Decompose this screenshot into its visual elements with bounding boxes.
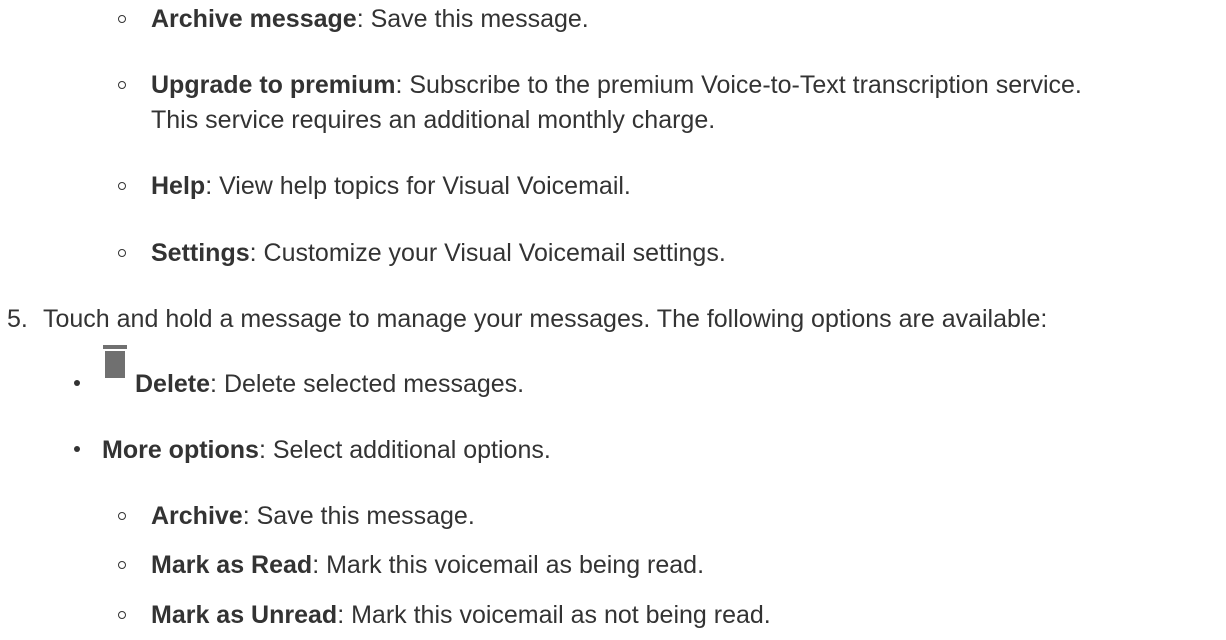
circle-bullet (118, 182, 126, 190)
disc-bullet (74, 446, 80, 452)
list-item-help: Help: View help topics for Visual Voicem… (151, 172, 631, 200)
trash-icon (103, 345, 127, 378)
step-5-number: 5. (7, 305, 28, 333)
circle-bullet (118, 81, 126, 89)
list-item-archive-message: Archive message: Save this message. (151, 5, 589, 33)
circle-bullet (118, 561, 126, 569)
circle-bullet (118, 249, 126, 257)
option-delete: Delete: Delete selected messages. (135, 370, 525, 398)
circle-bullet (118, 512, 126, 520)
list-item-mark-as-read: Mark as Read: Mark this voicemail as bei… (151, 551, 705, 579)
list-item-settings: Settings: Customize your Visual Voicemai… (151, 239, 726, 267)
circle-bullet (118, 611, 126, 619)
step-5-text: Touch and hold a message to manage your … (43, 305, 1048, 333)
disc-bullet (74, 380, 80, 386)
list-item-upgrade-continuation: This service requires an additional mont… (151, 106, 716, 134)
circle-bullet (118, 15, 126, 23)
option-more-options: More options: Select additional options. (102, 436, 551, 464)
list-item-mark-as-unread: Mark as Unread: Mark this voicemail as n… (151, 601, 771, 629)
list-item-archive: Archive: Save this message. (151, 502, 475, 530)
list-item-upgrade-to-premium: Upgrade to premium: Subscribe to the pre… (151, 71, 1082, 99)
